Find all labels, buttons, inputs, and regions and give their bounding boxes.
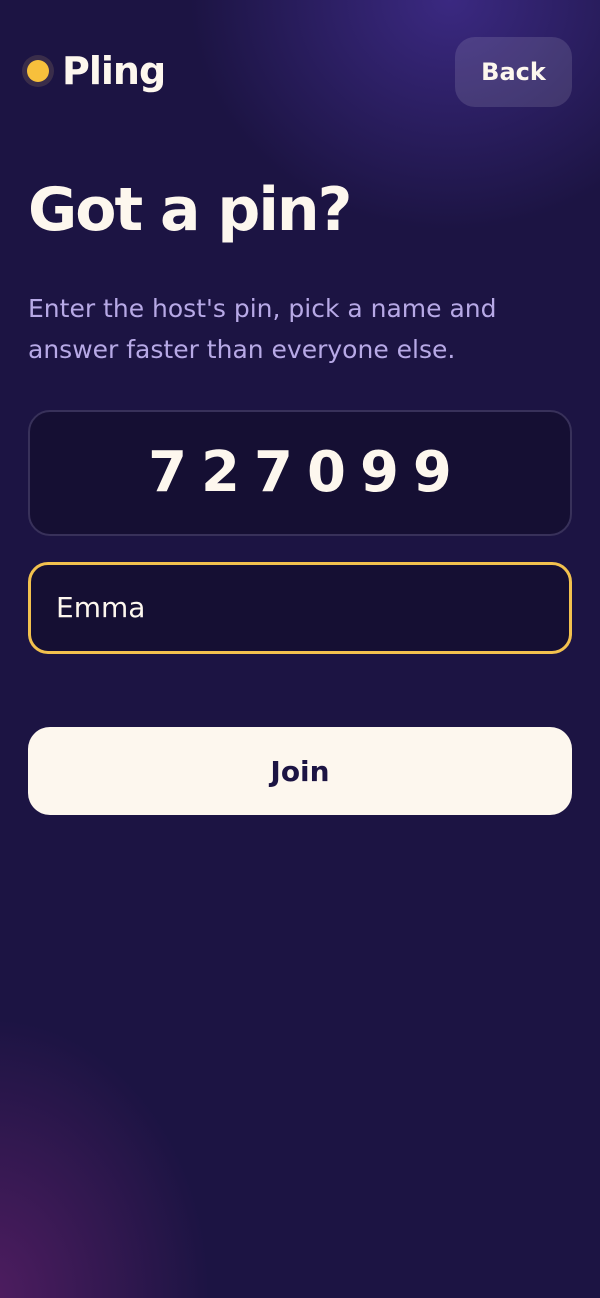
- join-button[interactable]: Join: [28, 727, 572, 815]
- app-header: Pling Back: [0, 0, 600, 140]
- logo-dot-icon: [22, 55, 54, 87]
- name-input[interactable]: Emma: [28, 562, 572, 654]
- page-subtitle: Enter the host's pin, pick a name and an…: [28, 294, 497, 364]
- page-title: Got a pin?: [28, 175, 352, 245]
- pin-input[interactable]: 727099: [28, 410, 572, 536]
- logo: Pling: [22, 49, 166, 93]
- back-button[interactable]: Back: [455, 37, 572, 107]
- logo-text: Pling: [62, 49, 166, 93]
